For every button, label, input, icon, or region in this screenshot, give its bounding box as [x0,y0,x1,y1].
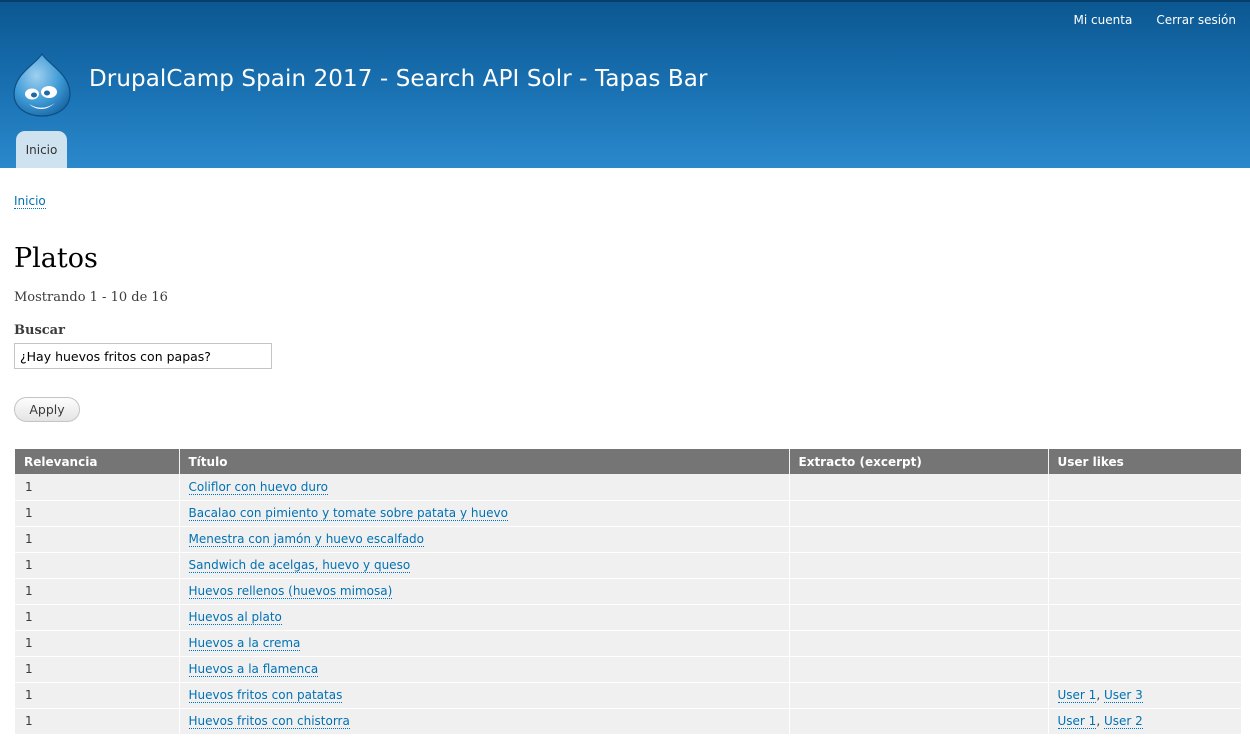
my-account-link[interactable]: Mi cuenta [1074,13,1133,27]
user-likes-cell [1047,656,1241,683]
site-header: Mi cuenta Cerrar sesión DrupalCamp Spain… [0,0,1250,168]
table-row: 1 Bacalao con pimiento y tomate sobre pat… [15,500,1241,527]
results-summary: Mostrando 1 - 10 de 16 [14,290,168,305]
user-likes-cell [1047,630,1241,657]
page-title: Platos [14,243,98,274]
title-cell: Coliflor con huevo duro [178,474,789,501]
dish-title-link[interactable]: Huevos rellenos (huevos mimosa) [188,584,393,599]
user-likes-cell [1047,474,1241,501]
table-row: 1 Huevos a la crema [15,630,1241,657]
user-likes-cell [1047,604,1241,631]
excerpt-cell [788,682,1048,709]
relevance-cell: 1 [15,708,179,735]
relevance-cell: 1 [15,604,179,631]
column-header-relevance[interactable]: Relevancia [15,449,179,474]
breadcrumb-home-link[interactable]: Inicio [14,194,46,209]
table-row: 1 Sandwich de acelgas, huevo y queso [15,552,1241,579]
table-row: 1 Huevos al plato [15,604,1241,631]
excerpt-cell [788,656,1048,683]
dish-title-link[interactable]: Huevos fritos con chistorra [188,714,350,729]
excerpt-cell [788,526,1048,553]
main-menu: Inicio [16,131,67,168]
user-likes-cell: User 1, User 3 [1047,682,1241,709]
title-cell: Bacalao con pimiento y tomate sobre pata… [178,500,789,527]
title-cell: Huevos a la crema [178,630,789,657]
dish-title-link[interactable]: Huevos fritos con patatas [188,688,343,703]
results-table: Relevancia Título Extracto (excerpt) Use… [15,449,1241,735]
relevance-cell: 1 [15,682,179,709]
relevance-cell: 1 [15,552,179,579]
user-likes-cell [1047,578,1241,605]
apply-button[interactable]: Apply [14,397,80,422]
dish-title-link[interactable]: Huevos a la crema [188,636,301,651]
excerpt-cell [788,500,1048,527]
excerpt-cell [788,578,1048,605]
results-body: 1 Coliflor con huevo duro 1 Bacalao con pim… [15,474,1241,735]
column-header-title[interactable]: Título [178,449,789,474]
table-row: 1 Huevos a la flamenca [15,656,1241,683]
title-cell: Huevos rellenos (huevos mimosa) [178,578,789,605]
user-likes-cell: User 1, User 2 [1047,708,1241,735]
user-link[interactable]: User 1 [1057,688,1097,703]
table-row: 1 Huevos rellenos (huevos mimosa) [15,578,1241,605]
drupal-drop-icon[interactable] [12,52,72,118]
excerpt-cell [788,474,1048,501]
table-header-row: Relevancia Título Extracto (excerpt) Use… [15,449,1241,474]
dish-title-link[interactable]: Menestra con jamón y huevo escalfado [188,532,425,547]
dish-title-link[interactable]: Bacalao con pimiento y tomate sobre pata… [188,506,508,521]
search-label: Buscar [14,323,65,338]
logout-link[interactable]: Cerrar sesión [1156,13,1236,27]
relevance-cell: 1 [15,474,179,501]
excerpt-cell [788,708,1048,735]
table-row: 1 Huevos fritos con patatas User 1, User 3 [15,682,1241,709]
title-cell: Huevos a la flamenca [178,656,789,683]
dish-title-link[interactable]: Huevos a la flamenca [188,662,319,677]
likes-separator: , [1096,688,1104,702]
likes-separator: , [1096,714,1104,728]
user-likes-cell [1047,526,1241,553]
search-input[interactable] [14,343,272,369]
relevance-cell: 1 [15,630,179,657]
excerpt-cell [788,552,1048,579]
header-top-border [0,0,1250,2]
title-cell: Huevos fritos con chistorra [178,708,789,735]
user-link[interactable]: User 2 [1103,714,1143,729]
title-cell: Huevos fritos con patatas [178,682,789,709]
secondary-menu: Mi cuenta Cerrar sesión [1074,13,1236,27]
table-row: 1 Coliflor con huevo duro [15,474,1241,501]
dish-title-link[interactable]: Huevos al plato [188,610,282,625]
user-link[interactable]: User 1 [1057,714,1097,729]
relevance-cell: 1 [15,578,179,605]
excerpt-cell [788,604,1048,631]
column-header-excerpt[interactable]: Extracto (excerpt) [788,449,1048,474]
title-cell: Huevos al plato [178,604,789,631]
excerpt-cell [788,630,1048,657]
tab-inicio[interactable]: Inicio [16,131,67,168]
dish-title-link[interactable]: Sandwich de acelgas, huevo y queso [188,558,411,573]
column-header-user-likes[interactable]: User likes [1047,449,1241,474]
title-cell: Sandwich de acelgas, huevo y queso [178,552,789,579]
user-likes-cell [1047,500,1241,527]
table-row: 1 Huevos fritos con chistorra User 1, User… [15,708,1241,735]
dish-title-link[interactable]: Coliflor con huevo duro [188,479,328,495]
user-likes-cell [1047,552,1241,579]
relevance-cell: 1 [15,526,179,553]
relevance-cell: 1 [15,656,179,683]
site-name[interactable]: DrupalCamp Spain 2017 - Search API Solr … [89,66,708,92]
table-row: 1 Menestra con jamón y huevo escalfado [15,526,1241,553]
breadcrumb: Inicio [14,190,46,209]
user-link[interactable]: User 3 [1103,688,1143,703]
title-cell: Menestra con jamón y huevo escalfado [178,526,789,553]
relevance-cell: 1 [15,500,179,527]
